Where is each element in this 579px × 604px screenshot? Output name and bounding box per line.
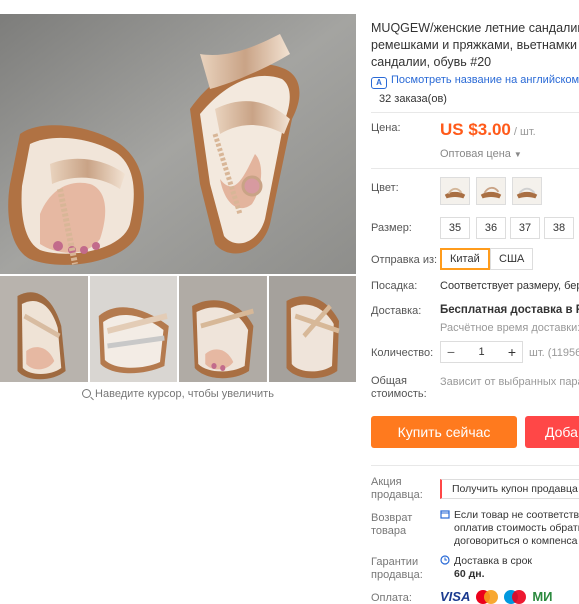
size-option-35[interactable]: 35 [440, 217, 470, 239]
total-label-line-2: стоимость: [371, 388, 427, 400]
returns-label: Возврат товара [371, 512, 412, 538]
color-swatch-2[interactable] [476, 177, 506, 205]
ship-from-usa[interactable]: США [490, 248, 534, 270]
caret-down-icon: ▼ [513, 150, 522, 159]
guarantee-text: Доставка в срок [454, 555, 533, 567]
returns-label-line-1: Возврат [371, 512, 413, 524]
thumbnail-2[interactable] [89, 276, 177, 382]
translate-icon: A [371, 77, 387, 89]
maestro-logo [504, 589, 527, 604]
total-text: Зависит от выбранных пара [440, 376, 579, 388]
fit-label: Посадка: [371, 280, 418, 292]
delivery-estimate: Расчётное время доставки: 49 [440, 322, 579, 334]
mastercard-logo [476, 589, 499, 604]
zoom-hint-text: Наведите курсор, чтобы увеличить [95, 388, 274, 400]
color-swatch-3[interactable] [512, 177, 542, 205]
price-value: US $3.00/ шт. [440, 120, 536, 140]
magnifier-icon [82, 389, 92, 398]
guarantee-label-line-1: Гарантии [371, 556, 419, 568]
add-to-cart-button[interactable]: Доба [525, 416, 579, 448]
size-option-37[interactable]: 37 [510, 217, 540, 239]
ship-from-label: Отправка из: [371, 254, 438, 266]
quantity-label: Количество: [371, 347, 434, 359]
payment-label: Оплата: [371, 592, 412, 604]
price-unit: / шт. [513, 126, 536, 138]
promo-label-line-1: Акция [371, 476, 402, 488]
return-box-icon [440, 510, 450, 519]
get-coupon-button[interactable]: Получить купон продавца [440, 479, 579, 499]
total-label: Общая стоимость: [371, 375, 427, 401]
color-swatch-1[interactable] [440, 177, 470, 205]
thumbnail-strip [0, 276, 356, 382]
total-label-line-1: Общая [371, 375, 407, 387]
quantity-increase-button[interactable]: + [502, 344, 522, 360]
returns-line-1: Если товар не соответству [440, 509, 579, 522]
promo-label-line-2: продавца: [371, 489, 423, 501]
guarantee-label: Гарантии продавца: [371, 556, 423, 582]
quantity-available: шт. (11956 [529, 347, 579, 359]
guarantee-info: Доставка в срок 60 дн. [440, 555, 532, 581]
guarantee-line-1: Доставка в срок [440, 555, 532, 568]
fit-text: Соответствует размеру, берит [440, 280, 579, 292]
buy-now-button[interactable]: Купить сейчас [371, 416, 517, 448]
quantity-decrease-button[interactable]: − [441, 344, 461, 360]
visa-logo: VISA [440, 589, 471, 604]
size-label: Размер: [371, 222, 412, 234]
clock-icon [440, 555, 450, 565]
translate-link-text: Посмотреть название на английском [391, 74, 579, 86]
guarantee-days: 60 дн. [454, 568, 485, 580]
thumbnail-4[interactable] [268, 276, 356, 382]
thumbnail-1[interactable] [0, 276, 88, 382]
product-title: MUQGEW/женские летние сандалии ремешками… [371, 20, 579, 71]
zoom-hint: Наведите курсор, чтобы увеличить [0, 388, 356, 400]
divider [371, 168, 579, 169]
returns-text-1: Если товар не соответству [454, 509, 579, 521]
quantity-stepper: − 1 + [440, 341, 523, 363]
size-option-36[interactable]: 36 [476, 217, 506, 239]
delivery-text[interactable]: Бесплатная доставка в Russ [440, 304, 579, 316]
divider [371, 465, 579, 466]
quantity-input[interactable]: 1 [461, 346, 502, 358]
title-line-1: MUQGEW/женские летние сандалии [371, 21, 579, 35]
title-line-3: сандалии, обувь #20 [371, 55, 492, 69]
mir-logo: МИ [532, 589, 553, 604]
translate-link[interactable]: A Посмотреть название на английском [371, 74, 579, 89]
color-label: Цвет: [371, 182, 399, 194]
promo-label: Акция продавца: [371, 476, 423, 502]
returns-info: Если товар не соответству оплатив стоимо… [440, 509, 579, 548]
price-amount: US $3.00 [440, 120, 511, 139]
delivery-label: Доставка: [371, 305, 422, 317]
price-label: Цена: [371, 122, 401, 134]
title-line-2: ремешками и пряжками, вьетнамки [371, 38, 577, 52]
returns-label-line-2: товара [371, 525, 407, 537]
payment-methods: VISA МИ [440, 589, 553, 604]
divider [371, 112, 579, 113]
guarantee-label-line-2: продавца: [371, 569, 423, 581]
returns-line-3: договориться о компенса [454, 535, 578, 547]
returns-line-2: оплатив стоимость обратн [454, 522, 579, 534]
orders-count: 32 заказа(ов) [379, 93, 447, 105]
main-product-image[interactable] [0, 14, 356, 274]
thumbnail-3[interactable] [179, 276, 267, 382]
ship-from-china[interactable]: Китай [440, 248, 490, 270]
size-option-38[interactable]: 38 [544, 217, 574, 239]
wholesale-label: Оптовая цена [440, 148, 511, 160]
product-gallery: Наведите курсор, чтобы увеличить [0, 0, 356, 604]
product-details: MUQGEW/женские летние сандалии ремешками… [371, 0, 579, 604]
wholesale-price-toggle[interactable]: Оптовая цена ▼ [440, 148, 522, 160]
